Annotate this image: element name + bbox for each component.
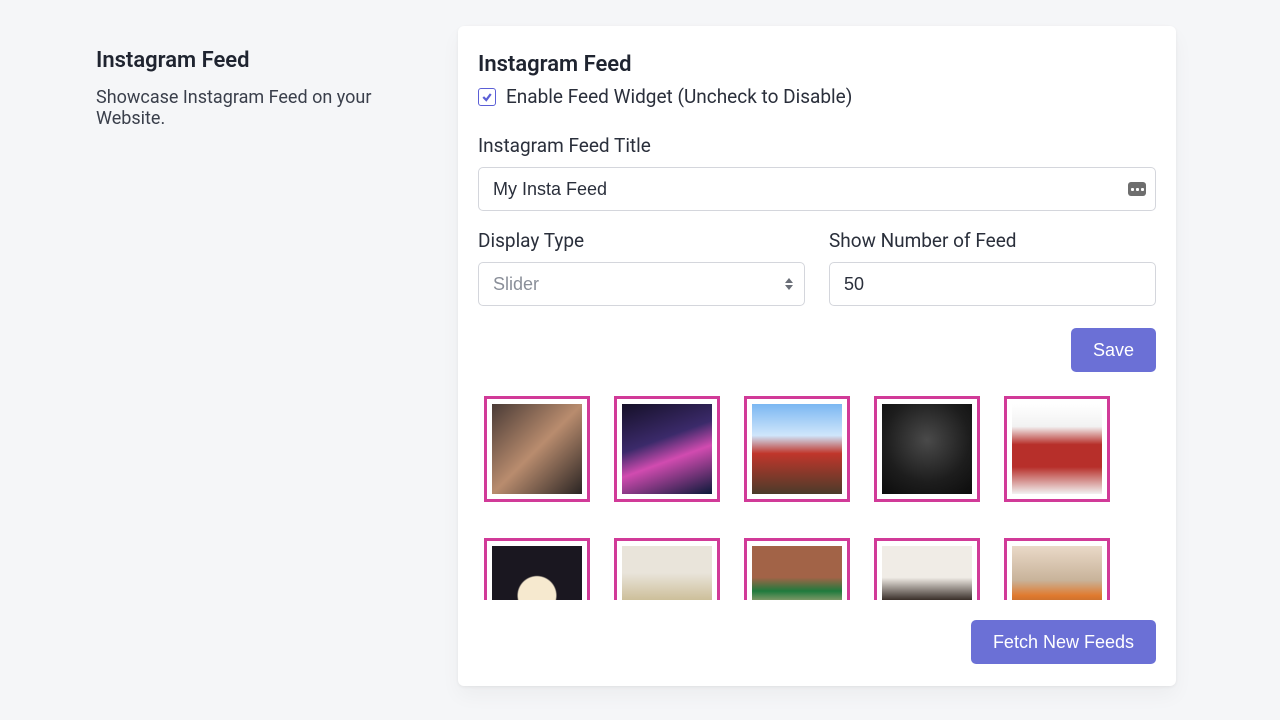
feed-title-input[interactable] — [478, 167, 1156, 211]
display-type-label: Display Type — [478, 229, 805, 252]
feed-thumbnail[interactable] — [1004, 396, 1110, 502]
feed-thumbnail[interactable] — [484, 538, 590, 600]
feed-count-label: Show Number of Feed — [829, 229, 1156, 252]
feed-thumbnail[interactable] — [484, 396, 590, 502]
feed-thumbnail[interactable] — [1004, 538, 1110, 600]
display-type-select[interactable] — [478, 262, 805, 306]
feed-thumbnail[interactable] — [744, 538, 850, 600]
feed-count-input[interactable] — [829, 262, 1156, 306]
save-button[interactable]: Save — [1071, 328, 1156, 372]
settings-card: Instagram Feed Enable Feed Widget (Unche… — [458, 26, 1176, 686]
feed-thumbnail[interactable] — [874, 538, 980, 600]
feed-thumbnail[interactable] — [874, 396, 980, 502]
feed-thumbnail-grid — [478, 396, 1156, 600]
enable-feed-checkbox[interactable] — [478, 88, 496, 106]
feed-thumbnail[interactable] — [744, 396, 850, 502]
check-icon — [481, 91, 493, 103]
card-title: Instagram Feed — [478, 52, 1156, 77]
fetch-new-feeds-button[interactable]: Fetch New Feeds — [971, 620, 1156, 664]
feed-thumbnail[interactable] — [614, 538, 720, 600]
enable-feed-label: Enable Feed Widget (Uncheck to Disable) — [506, 85, 852, 108]
page-description: Showcase Instagram Feed on your Website. — [96, 87, 434, 129]
page-title: Instagram Feed — [96, 48, 434, 73]
feed-thumbnail[interactable] — [614, 396, 720, 502]
feed-title-label: Instagram Feed Title — [478, 134, 1156, 157]
